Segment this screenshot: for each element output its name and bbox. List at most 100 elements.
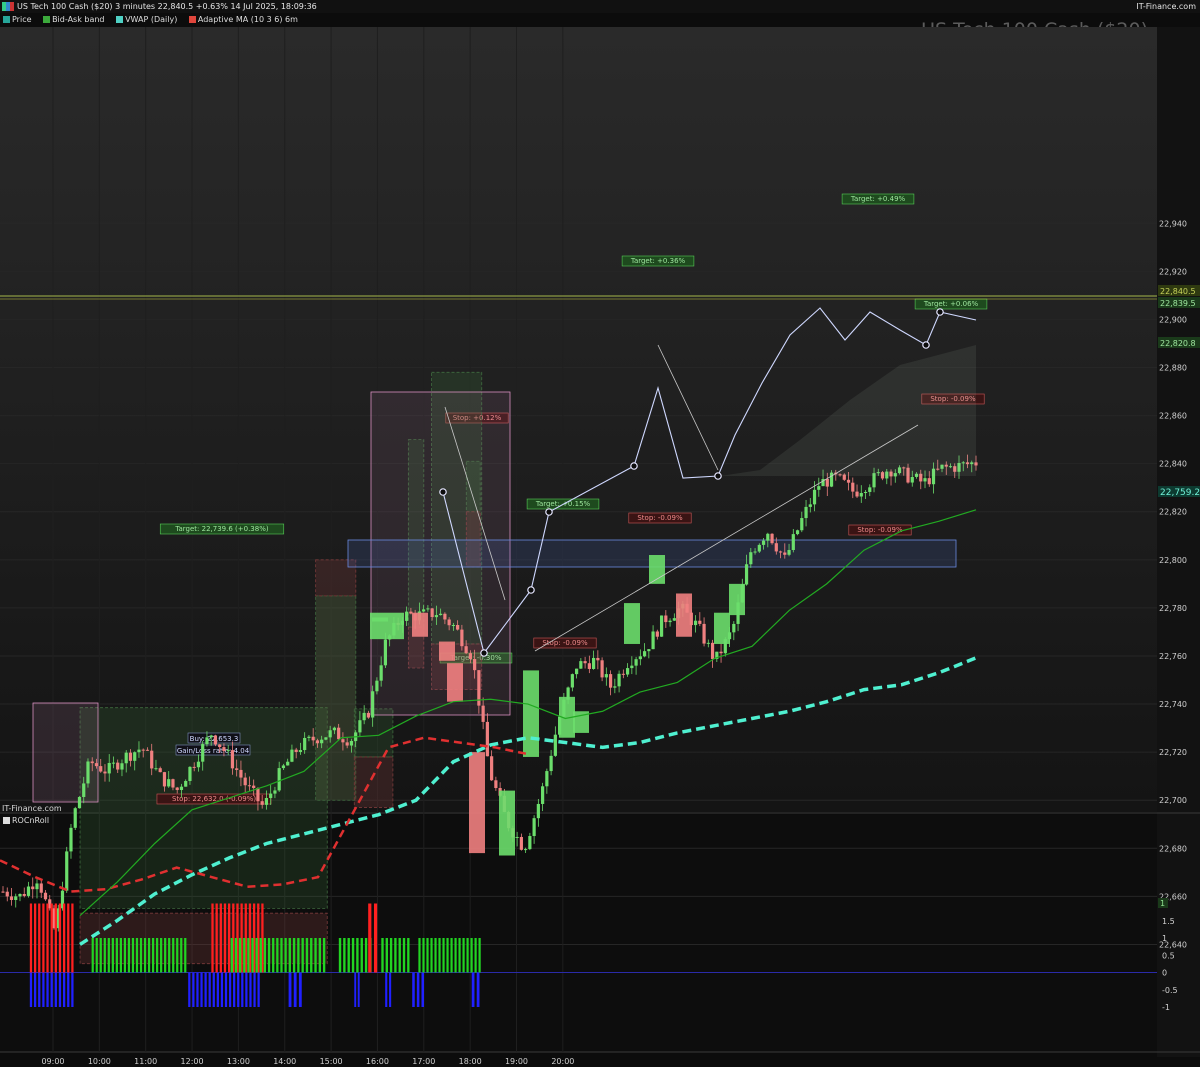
candle-body <box>634 659 638 666</box>
candle-body <box>536 803 540 819</box>
y-tick-label: 22,680 <box>1159 844 1187 853</box>
candle-body <box>608 674 613 688</box>
candle-body <box>107 762 111 774</box>
target-zone <box>315 595 357 801</box>
x-tick-label: 10:00 <box>88 1057 111 1066</box>
indicator-bar <box>168 938 171 973</box>
pivot-marker <box>630 462 638 470</box>
price-chart[interactable]: 22,64022,66022,68022,70022,72022,74022,7… <box>0 0 1200 1067</box>
indicator-bar <box>368 903 372 973</box>
indicator-bar <box>373 903 378 973</box>
candle-body <box>426 608 430 610</box>
indicator-bar <box>276 938 279 973</box>
candle-body <box>213 735 218 745</box>
candle-body <box>188 766 192 781</box>
indicator-bar <box>430 938 433 973</box>
candle-body <box>154 768 158 770</box>
indicator-legend[interactable]: ROCnRoll <box>0 815 49 826</box>
indicator-y-tick: 0.5 <box>1162 951 1175 960</box>
candle-body <box>286 761 290 766</box>
indicator-bar <box>208 972 211 1007</box>
price-tag-label: 22,759.2 <box>1160 488 1200 498</box>
candle-body <box>205 737 209 745</box>
candle-body <box>910 476 914 483</box>
indicator-bar <box>360 938 363 973</box>
indicator-bar <box>238 938 242 973</box>
indicator-bar <box>318 938 322 973</box>
indicator-bar <box>99 938 102 973</box>
price-tag-label: 22,820.8 <box>1160 339 1196 348</box>
candle-body <box>804 506 808 519</box>
candle-body <box>732 623 736 633</box>
indicator-bar <box>364 938 368 973</box>
candle-body <box>311 736 315 741</box>
indicator-bar <box>301 938 304 973</box>
indicator-bar <box>474 938 477 973</box>
indicator-bar <box>292 938 296 973</box>
candle-body <box>150 750 154 769</box>
indicator-bar <box>29 972 33 1007</box>
candle-body <box>710 642 715 659</box>
candle-body <box>379 665 383 681</box>
indicator-bar <box>450 938 453 973</box>
candle-body <box>162 772 167 787</box>
candle-body <box>167 779 171 787</box>
candle-body <box>668 620 672 623</box>
pivot-marker <box>922 341 930 349</box>
indicator-bar <box>46 972 49 1007</box>
candle-body <box>82 783 86 797</box>
target-label: Target: 22,739.6 (+0.38%) <box>174 525 268 533</box>
indicator-bar <box>251 938 254 973</box>
indicator-bar <box>216 972 219 1007</box>
x-tick-label: 17:00 <box>412 1057 435 1066</box>
y-tick-label: 22,800 <box>1159 556 1187 565</box>
indicator-bar <box>478 938 481 973</box>
indicator-bar <box>249 972 252 1007</box>
indicator-bar <box>434 938 437 973</box>
indicator-bar <box>62 903 66 973</box>
indicator-bar <box>184 938 187 973</box>
candle-body-large <box>372 617 388 622</box>
candle-body <box>273 790 277 794</box>
indicator-bar <box>418 938 421 973</box>
candle-body <box>800 518 804 531</box>
candle-body <box>247 785 252 787</box>
candle-body <box>719 651 723 654</box>
candle-body <box>664 615 668 623</box>
indicator-bar <box>305 938 309 973</box>
candle-body <box>545 771 549 787</box>
candle-body <box>744 564 749 585</box>
candle-body <box>14 896 18 901</box>
candle-body <box>541 786 545 804</box>
candle-body <box>294 749 298 752</box>
target-label: Target: +0.49% <box>850 195 906 203</box>
indicator-bar <box>29 903 33 973</box>
candle-body <box>439 613 443 616</box>
candle-body <box>332 727 337 731</box>
indicator-bar <box>42 972 45 1007</box>
candle-body <box>405 611 409 621</box>
candle-body <box>239 769 243 778</box>
y-tick-label: 22,860 <box>1159 412 1187 421</box>
candle-body <box>243 777 247 786</box>
y-tick-label: 22,900 <box>1159 315 1187 324</box>
candle-body <box>812 489 817 505</box>
indicator-bar <box>412 972 415 1007</box>
pivot-marker <box>527 586 535 594</box>
indicator-bar <box>241 972 244 1007</box>
indicator-bar <box>67 903 70 973</box>
candle-body <box>103 771 107 774</box>
candle-body <box>18 894 22 897</box>
candle-body <box>235 768 239 770</box>
indicator-bar <box>111 938 114 973</box>
candle-body <box>320 739 324 744</box>
indicator-bar <box>385 972 388 1007</box>
indicator-bar <box>354 972 357 1007</box>
candle-body <box>5 891 9 897</box>
indicator-bar <box>293 972 297 1007</box>
indicator-bar <box>257 972 260 1007</box>
candle-body <box>73 808 77 828</box>
stop-label: Stop: -0.09% <box>857 526 903 534</box>
x-tick-label: 14:00 <box>273 1057 296 1066</box>
indicator-bar <box>446 938 449 973</box>
